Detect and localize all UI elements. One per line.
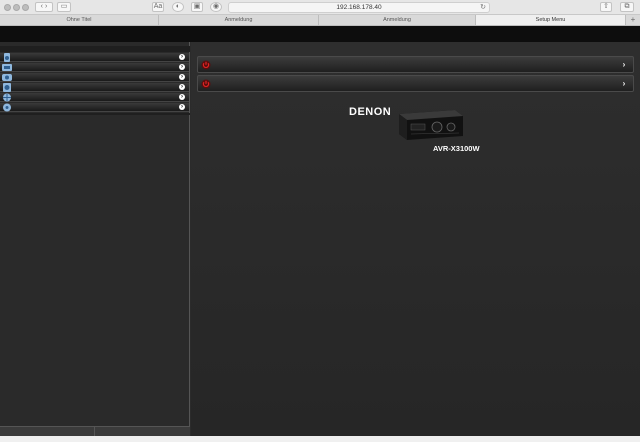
tab-label: Anmeldung [383, 17, 411, 23]
tab-label: Setup Menu [535, 17, 566, 23]
sidebar-icon[interactable]: ▭ [57, 2, 71, 12]
address-bar[interactable]: 192.168.178.40 ↻ [228, 2, 490, 13]
tabs-icon[interactable]: ⧉ [620, 2, 634, 12]
close-window-icon[interactable] [4, 4, 11, 11]
tab-setup-menu[interactable]: Setup Menu [476, 15, 626, 25]
chevron-right-icon: › [622, 60, 626, 69]
chevron-right-icon: › [179, 54, 185, 60]
receiver-image [399, 110, 463, 140]
sidebar-item-audio[interactable]: › [0, 53, 189, 62]
new-tab-icon[interactable]: + [626, 15, 640, 25]
setup-sidebar: › › › › › › [0, 42, 190, 436]
sidebar-item-speakers[interactable]: › [0, 83, 189, 92]
url-text: 192.168.178.40 [336, 4, 382, 11]
brand-logo: DENON [349, 106, 392, 118]
sidebar-footer [0, 426, 190, 436]
power-icon[interactable] [201, 79, 211, 89]
main-panel: › › DENON AVR-X3100W [191, 42, 640, 436]
zone-1-row[interactable]: › [197, 56, 634, 73]
tab-ohne-titel[interactable]: Ohne Titel [0, 15, 159, 25]
tab-strip: Ohne Titel Anmeldung Anmeldung Setup Men… [0, 15, 640, 26]
sidebar-item-general[interactable]: › [0, 103, 189, 112]
monitor-icon [2, 64, 12, 71]
chevron-right-icon: › [179, 104, 185, 110]
app-header-bar [0, 26, 640, 42]
sidebar-item-inputs[interactable]: › [0, 73, 189, 82]
speaker-icon [4, 53, 10, 62]
privacy-icon[interactable]: ◐ [172, 2, 184, 12]
chevron-right-icon: › [179, 94, 185, 100]
speaker-setup-icon [3, 83, 11, 92]
window-bottom-edge [0, 436, 640, 442]
ad-block-icon[interactable]: ◉ [210, 2, 222, 12]
input-icon [2, 74, 12, 81]
chevron-right-icon: › [179, 74, 185, 80]
model-name: AVR-X3100W [433, 144, 480, 153]
lock-icon[interactable]: ▣ [191, 2, 203, 12]
chevron-right-icon: › [179, 64, 185, 70]
sidebar-item-network[interactable]: › [0, 93, 189, 102]
gear-icon [3, 103, 11, 112]
chevron-right-icon: › [622, 79, 626, 88]
zoom-window-icon[interactable] [22, 4, 29, 11]
zone-2-row[interactable]: › [197, 75, 634, 92]
tab-anmeldung-1[interactable]: Anmeldung [159, 15, 319, 25]
power-icon[interactable] [201, 60, 211, 70]
reload-icon[interactable]: ↻ [480, 3, 486, 12]
tab-label: Anmeldung [224, 17, 253, 23]
network-icon [3, 93, 11, 102]
minimize-window-icon[interactable] [13, 4, 20, 11]
back-icon[interactable]: ‹ [41, 3, 43, 10]
sidebar-divider [0, 113, 190, 115]
tab-label: Ohne Titel [66, 17, 92, 23]
sidebar-divider [0, 46, 190, 52]
share-icon[interactable]: ⇧ [600, 2, 612, 12]
back-forward-buttons[interactable]: ‹ › [35, 2, 53, 12]
chevron-right-icon: › [179, 84, 185, 90]
browser-toolbar: ‹ › ▭ Aa ◐ ▣ ◉ 192.168.178.40 ↻ ⇧ ⧉ [0, 0, 640, 15]
forward-icon[interactable]: › [45, 3, 47, 10]
sidebar-item-video[interactable]: › [0, 63, 189, 72]
tab-anmeldung-2[interactable]: Anmeldung [319, 15, 476, 25]
reader-icon[interactable]: Aa [152, 2, 164, 12]
